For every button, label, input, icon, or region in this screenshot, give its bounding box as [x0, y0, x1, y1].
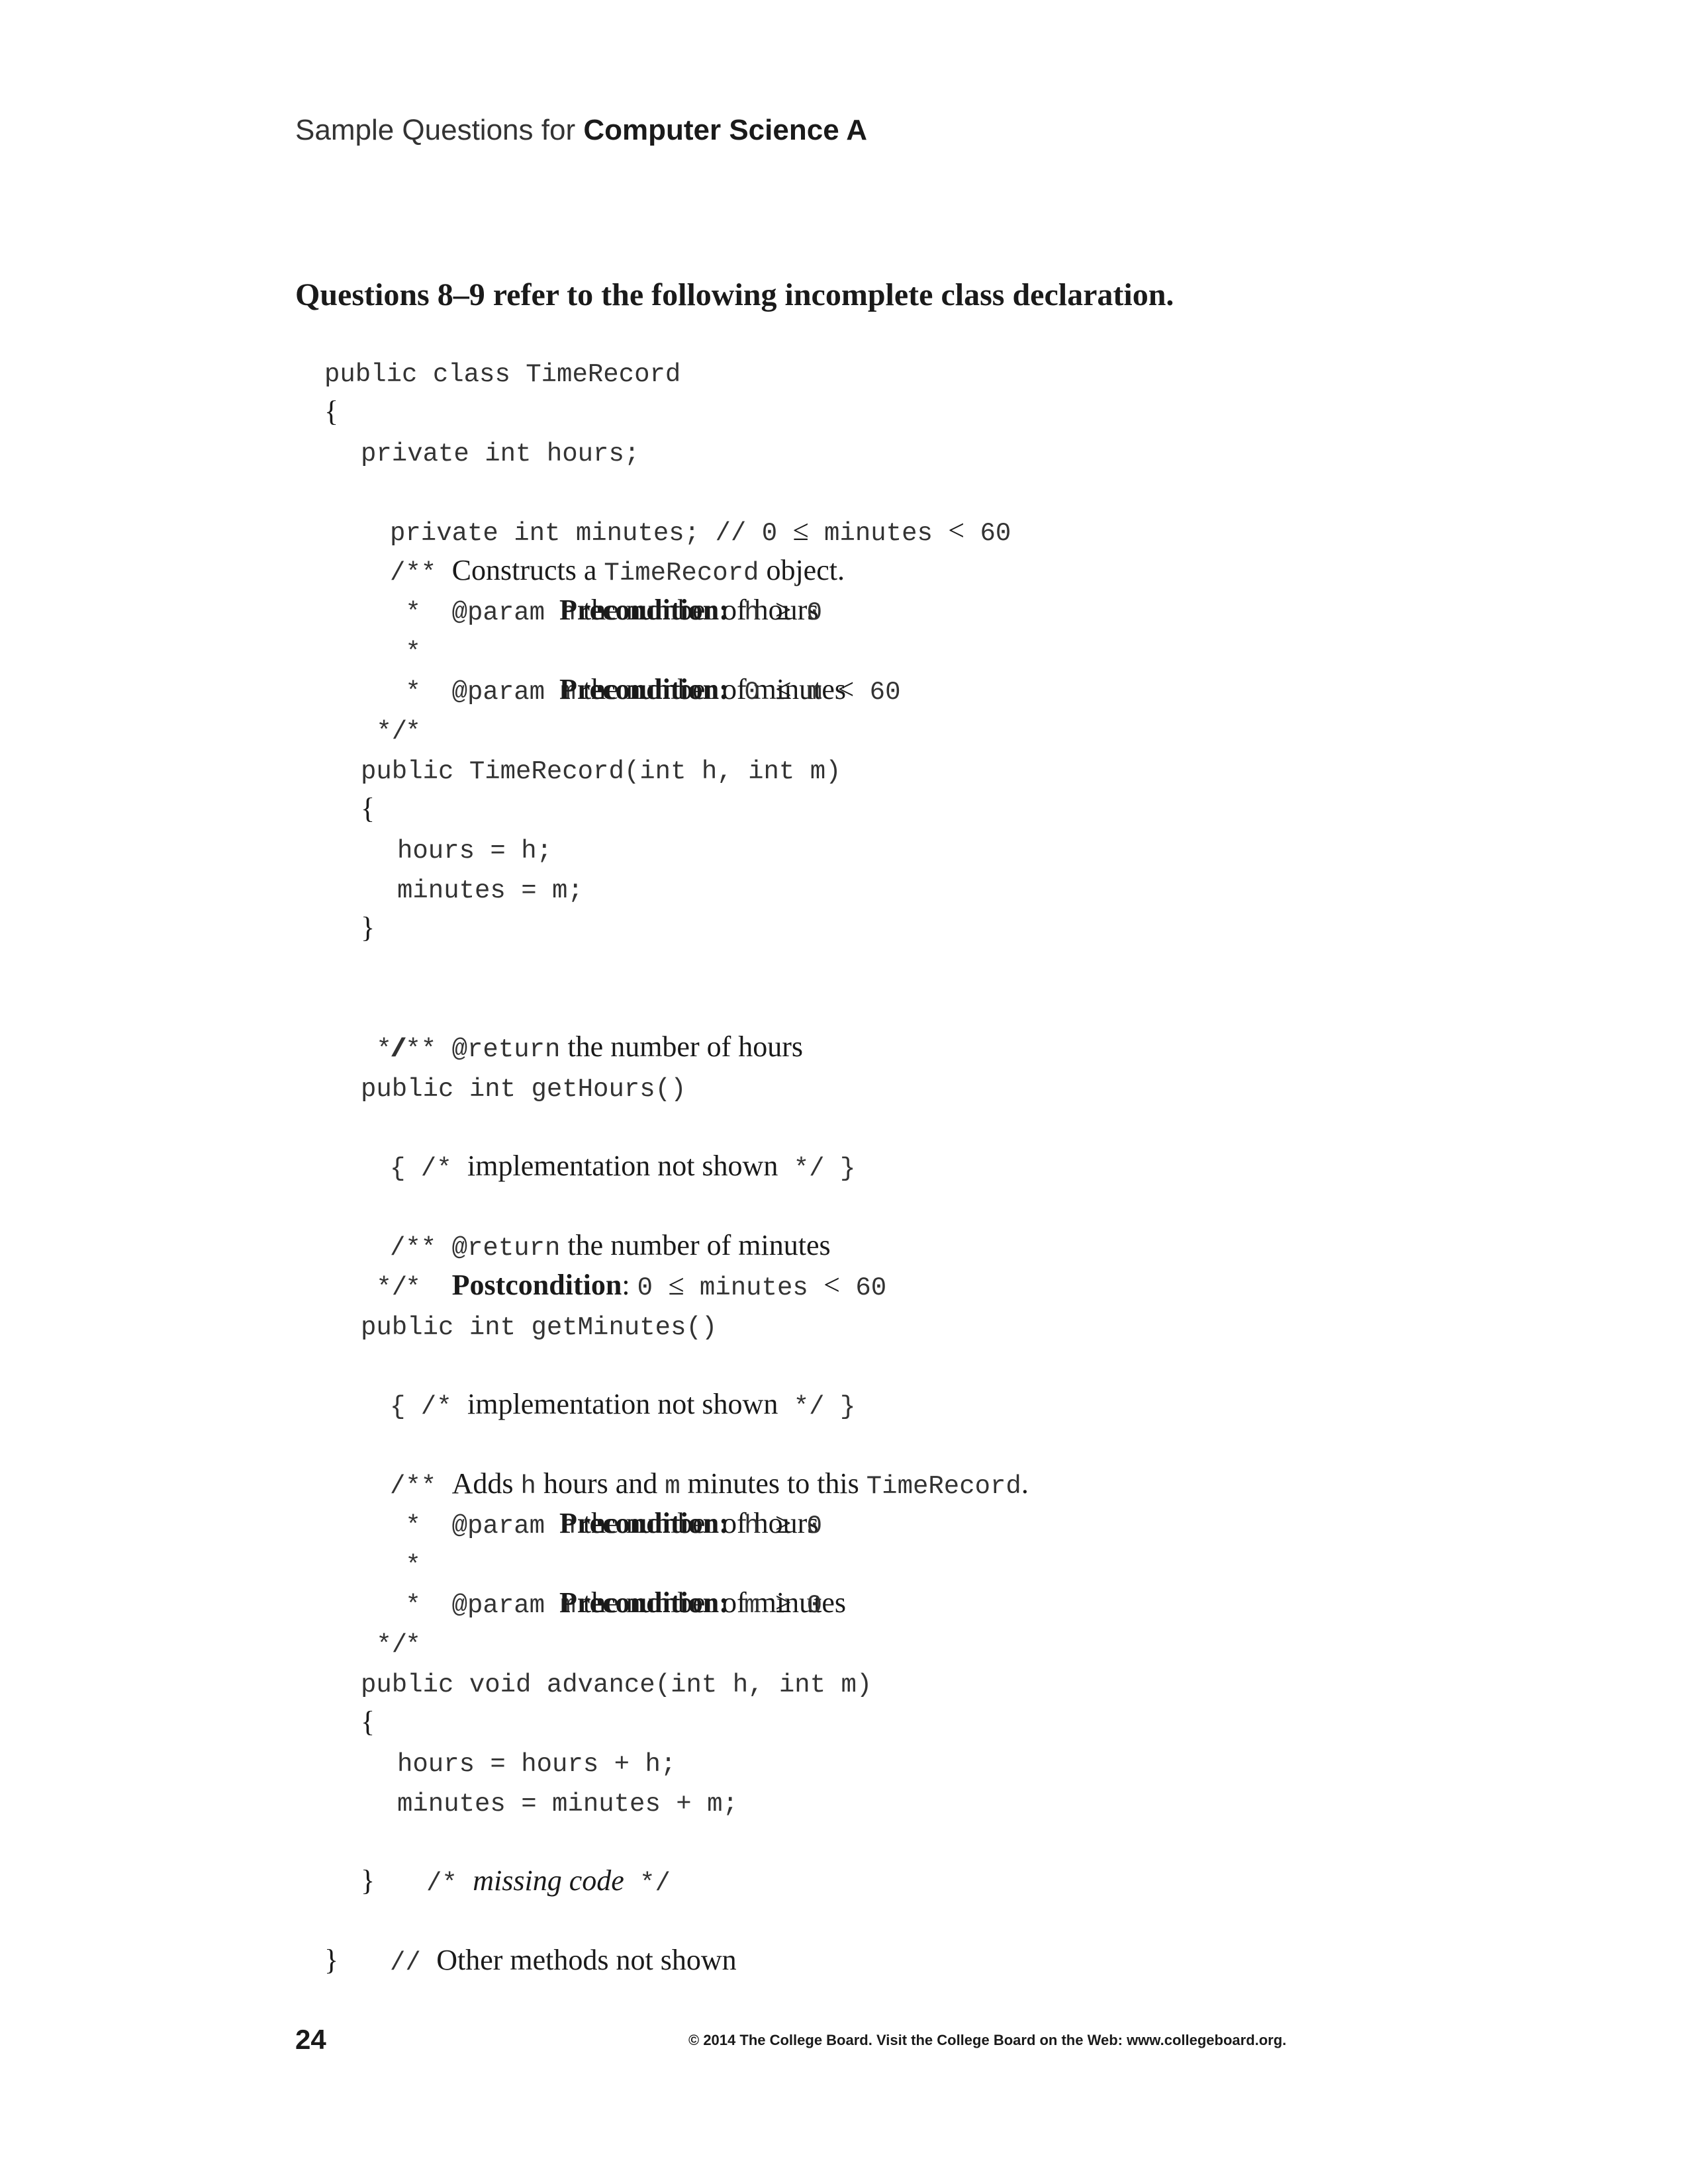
- code-line: /** Adds h hours and m minutes to this T…: [390, 1467, 1029, 1501]
- code-line: * Postcondition: 0 ≤ minutes < 60: [390, 1269, 887, 1302]
- code-line: public void advance(int h, int m): [361, 1670, 872, 1700]
- copyright-footer: © 2014 The College Board. Visit the Coll…: [688, 2032, 1287, 2048]
- code-line: {: [361, 792, 375, 825]
- code-line: * @param h the number of hours: [390, 1507, 819, 1541]
- code-line: { /* implementation not shown */ }: [390, 1150, 856, 1183]
- code-line: */: [361, 717, 408, 747]
- code-line: /** @return the number of hours: [390, 1030, 804, 1064]
- page-number: 24: [295, 2024, 326, 2055]
- code-line: {: [361, 1706, 375, 1738]
- code-line: * Precondition: m ≥ 0: [390, 1586, 823, 1660]
- code-line: hours = h;: [397, 837, 553, 866]
- code-line: public int getMinutes(): [361, 1313, 718, 1342]
- code-line: */: [361, 1273, 408, 1302]
- code-line: /** @return the number of minutes: [390, 1229, 831, 1263]
- code-line: minutes = minutes + m;: [397, 1790, 738, 1819]
- code-line: private int minutes; // 0 ≤ minutes < 60: [390, 514, 1011, 548]
- code-line: // Other methods not shown: [390, 1944, 737, 1978]
- code-line: minutes = m;: [397, 876, 583, 905]
- code-line: */: [361, 1631, 408, 1660]
- code-line: /* missing code */: [426, 1864, 671, 1898]
- code-line: public int getHours(): [361, 1075, 686, 1104]
- code-line: }: [361, 1864, 375, 1897]
- code-line: private int hours;: [361, 439, 640, 469]
- code-line: public TimeRecord(int h, int m): [361, 757, 841, 786]
- code-line: /** Constructs a TimeRecord object.: [390, 554, 845, 588]
- code-line: * Precondition: 0 ≤ m < 60: [390, 673, 901, 747]
- code-line: { /* implementation not shown */ }: [390, 1388, 856, 1422]
- header-lead: Sample Questions for: [295, 114, 576, 146]
- code-line: {: [324, 395, 339, 428]
- code-line: * @param m the number of minutes: [390, 1586, 846, 1620]
- code-line: }: [361, 911, 375, 944]
- code-line: * Precondition: h ≥ 0: [390, 594, 823, 667]
- code-line: */: [361, 1035, 408, 1064]
- code-line: * Precondition: h ≥ 0: [390, 1507, 823, 1580]
- code-line: * @param h the number of hours: [390, 594, 819, 627]
- running-header: Sample Questions for Computer Science A: [295, 114, 867, 147]
- code-line: }: [324, 1944, 339, 1976]
- question-intro: Questions 8–9 refer to the following inc…: [295, 277, 1174, 312]
- header-subject: Computer Science A: [583, 114, 868, 146]
- code-line: hours = hours + h;: [397, 1750, 677, 1779]
- code-line: * @param m the number of minutes: [390, 673, 846, 707]
- code-line: public class TimeRecord: [324, 360, 681, 389]
